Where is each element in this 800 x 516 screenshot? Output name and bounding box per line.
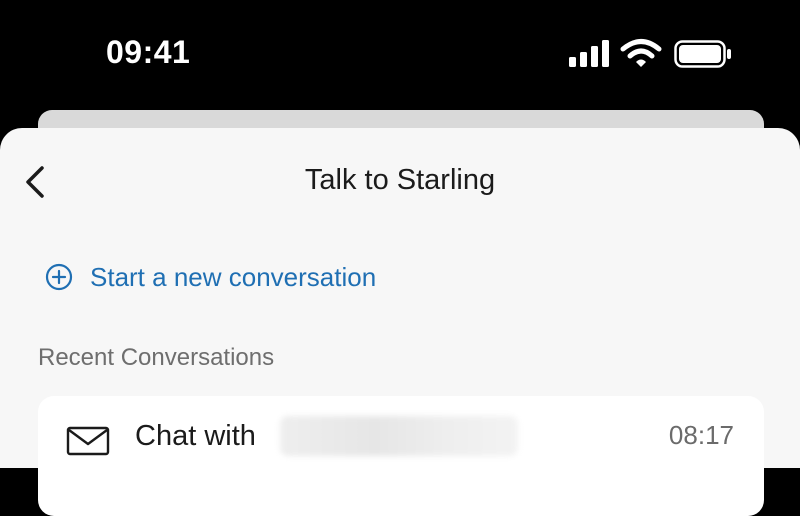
mail-icon: [66, 426, 110, 456]
conversation-time: 08:17: [668, 420, 734, 450]
cellular-signal-icon: [569, 40, 609, 67]
page-title: Talk to Starling: [304, 164, 496, 196]
status-bar: 09:41: [0, 0, 800, 110]
conversation-list-item[interactable]: Chat with 08:17: [38, 396, 764, 516]
start-new-conversation-label: Start a new conversation: [90, 261, 377, 292]
redacted-name: [280, 416, 518, 456]
battery-icon: [674, 40, 731, 68]
start-new-conversation-button[interactable]: Start a new conversation: [44, 260, 376, 294]
plus-circle-icon: [45, 263, 73, 291]
status-time: 09:41: [106, 34, 191, 70]
wifi-icon: [620, 39, 662, 67]
recent-conversations-heading: Recent Conversations: [38, 344, 275, 371]
conversation-title: Chat with: [135, 420, 256, 452]
modal-sheet: Talk to Starling Start a new conversatio…: [0, 128, 800, 516]
